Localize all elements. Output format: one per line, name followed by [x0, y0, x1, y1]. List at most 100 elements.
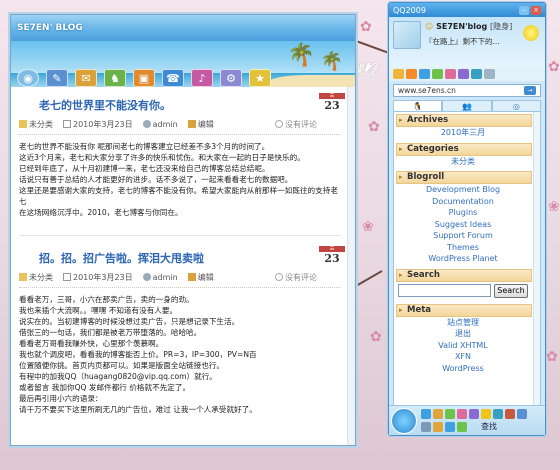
- blog-toolbar: ◉ ✎ ✉ ♞ ▣ ☎ ♪ ⚙ ★: [17, 69, 271, 87]
- sun-icon: [523, 25, 539, 41]
- qq-app-icons-top: [421, 409, 527, 419]
- post-title[interactable]: 招。招。招广告啦。挥泪大甩卖啦: [39, 250, 341, 266]
- blogroll-link[interactable]: Plugins: [394, 207, 532, 219]
- blogroll-link[interactable]: Documentation: [394, 196, 532, 208]
- post-content: 老七的世界不能没有你 呢那间老七的博客建立已经差不多3个月的时间了。 这近3个月…: [19, 141, 341, 218]
- chat-icon[interactable]: ☎: [162, 69, 184, 87]
- signature[interactable]: 『在路上』剩不下的...: [425, 36, 512, 47]
- search-input[interactable]: [398, 284, 491, 297]
- post-line: 这近3个月来，老七和大家分享了许多的快乐和忧伤。和大家在一起的日子是快乐的。: [19, 153, 305, 162]
- music-icon[interactable]: ♪: [191, 69, 213, 87]
- meta-link[interactable]: Valid XHTML: [394, 340, 532, 352]
- app-icon[interactable]: [457, 409, 467, 419]
- post-comments[interactable]: 没有评论: [275, 272, 317, 283]
- widget-blogroll: Blogroll Development Blog Documentation …: [394, 171, 540, 265]
- zone-icon[interactable]: [406, 69, 417, 79]
- app-icon[interactable]: [505, 409, 515, 419]
- pet-icon[interactable]: [445, 69, 456, 79]
- post-edit-link[interactable]: 编辑: [187, 272, 214, 283]
- user-icon: [142, 273, 151, 281]
- address-bar[interactable]: www.se7ens.cn →: [393, 84, 541, 97]
- folder-icon: [19, 120, 27, 128]
- bird-icon: 🕊: [356, 62, 379, 83]
- qq-scrollbar[interactable]: [533, 112, 540, 406]
- game-icon[interactable]: [458, 69, 469, 79]
- qq-app-icons-bottom: [421, 422, 467, 432]
- post-day: 23: [324, 99, 340, 112]
- search-icon[interactable]: [471, 69, 482, 79]
- post-author[interactable]: admin: [142, 273, 178, 282]
- online-status: [隐身]: [490, 22, 513, 31]
- post-line: 位置随便你挑。首页内页都可以。如果是版面全站链接也行。: [19, 361, 225, 370]
- blog-window-title: SE7EN' BLOG: [17, 23, 83, 33]
- status-smile-icon: ☺: [425, 22, 434, 31]
- app-icon[interactable]: [469, 409, 479, 419]
- profile-text: ☺ SE7EN'blog [隐身] 『在路上』剩不下的...: [425, 21, 512, 63]
- blogroll-link[interactable]: WordPress Planet: [394, 253, 532, 265]
- blogroll-link[interactable]: Support Forum: [394, 230, 532, 242]
- pen-icon[interactable]: ✎: [46, 69, 68, 87]
- post-meta: 未分类 2010年3月23日 admin 编辑 没有评论: [19, 119, 341, 135]
- blossom-icon: ✿: [368, 119, 380, 135]
- blog-post: 老七的世界里不能没有你。 ☰ 23 未分类 2010年3月23日 admin 编…: [11, 87, 355, 236]
- blossom-icon: ❀: [362, 219, 374, 235]
- qq-panel: QQ2009 – × ☺ SE7EN'blog [隐身] 『在路上』剩不下的..…: [388, 2, 546, 436]
- blogroll-link[interactable]: Themes: [394, 242, 532, 254]
- post-line: 话说只有善于总结的人才能更好的进步。话不多说了，一起来看看老七的数据吧。: [19, 175, 293, 184]
- qq-menu-button[interactable]: [391, 408, 417, 434]
- gear-icon[interactable]: [421, 422, 431, 432]
- meta-link[interactable]: 站点管理: [394, 317, 532, 329]
- qq-quick-icons: [389, 67, 545, 81]
- category-link[interactable]: 未分类: [394, 156, 532, 168]
- widget-meta: Meta 站点管理 退出 Valid XHTML XFN WordPress: [394, 303, 540, 375]
- more-icon[interactable]: [484, 69, 495, 79]
- qq-profile: ☺ SE7EN'blog [隐身] 『在路上』剩不下的...: [389, 17, 545, 67]
- blogroll-link[interactable]: Development Blog: [394, 184, 532, 196]
- post-title[interactable]: 老七的世界里不能没有你。: [39, 97, 341, 113]
- music-icon[interactable]: [432, 69, 443, 79]
- meta-link[interactable]: XFN: [394, 351, 532, 363]
- picture-icon[interactable]: ▣: [133, 69, 155, 87]
- game-icon[interactable]: ♞: [104, 69, 126, 87]
- home-icon[interactable]: ◉: [17, 69, 39, 87]
- sound-icon[interactable]: [445, 422, 455, 432]
- blossom-icon: ❀: [548, 199, 560, 215]
- calendar-icon: [63, 273, 71, 281]
- app-icon[interactable]: [517, 409, 527, 419]
- widget-search: Search Search: [394, 268, 540, 300]
- search-button[interactable]: Search: [494, 283, 528, 298]
- blog-scrollbar[interactable]: [347, 87, 355, 445]
- archive-link[interactable]: 2010年三月: [394, 127, 532, 139]
- app-icon[interactable]: [421, 409, 431, 419]
- star-icon[interactable]: ★: [249, 69, 271, 87]
- nickname: SE7EN'blog: [436, 22, 488, 31]
- minimize-button[interactable]: –: [519, 5, 529, 15]
- avatar[interactable]: [393, 21, 421, 49]
- go-arrow-icon[interactable]: →: [524, 86, 536, 95]
- beach-decoration: [265, 75, 355, 87]
- app-icon[interactable]: [493, 409, 503, 419]
- post-author[interactable]: admin: [142, 120, 178, 129]
- app-icon[interactable]: [481, 409, 491, 419]
- post-comments[interactable]: 没有评论: [275, 119, 317, 130]
- mail-icon[interactable]: [393, 69, 404, 79]
- wallet-icon[interactable]: [419, 69, 430, 79]
- close-button[interactable]: ×: [531, 5, 541, 15]
- app-icon[interactable]: [445, 409, 455, 419]
- mail-icon[interactable]: ✉: [75, 69, 97, 87]
- meta-link[interactable]: WordPress: [394, 363, 532, 375]
- post-category[interactable]: 未分类: [19, 272, 53, 283]
- post-edit-link[interactable]: 编辑: [187, 119, 214, 130]
- search-row: Search: [394, 282, 532, 300]
- settings-icon[interactable]: ⚙: [220, 69, 242, 87]
- find-label[interactable]: 查找: [481, 421, 497, 432]
- widget-archives: Archives 2010年三月: [394, 114, 540, 139]
- blogroll-link[interactable]: Suggest Ideas: [394, 219, 532, 231]
- blossom-icon: ✿: [546, 349, 558, 365]
- post-category[interactable]: 未分类: [19, 119, 53, 130]
- app-icon[interactable]: [433, 409, 443, 419]
- meta-link[interactable]: 退出: [394, 328, 532, 340]
- nickname-row[interactable]: ☺ SE7EN'blog [隐身]: [425, 21, 512, 32]
- find-icon[interactable]: [457, 422, 467, 432]
- message-icon[interactable]: [433, 422, 443, 432]
